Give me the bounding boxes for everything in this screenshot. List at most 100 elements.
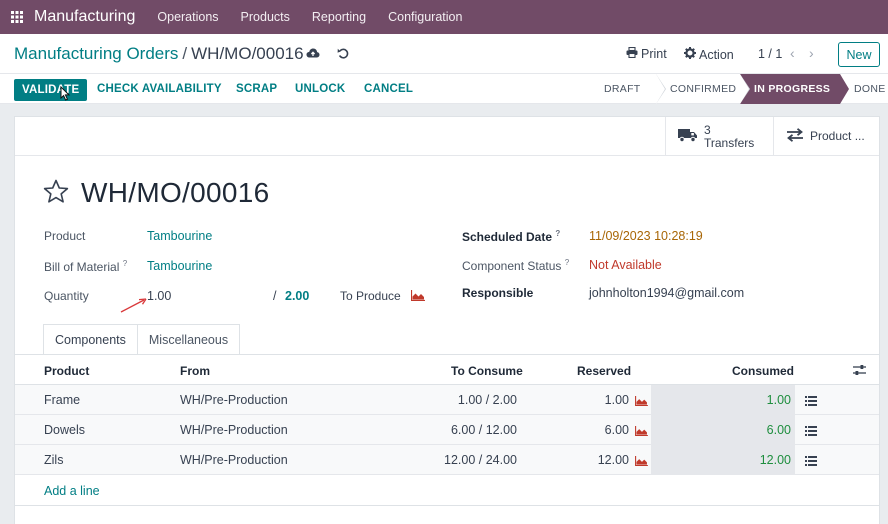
new-button[interactable]: New bbox=[838, 42, 880, 67]
bom-field[interactable]: Tambourine bbox=[147, 259, 212, 273]
menu-reporting[interactable]: Reporting bbox=[312, 10, 366, 24]
cell-reserved: 6.00 bbox=[604, 423, 629, 437]
scheduled-date-label: Scheduled Date ? bbox=[462, 229, 561, 244]
list-details-icon[interactable] bbox=[805, 395, 817, 409]
cell-product: Zils bbox=[44, 453, 64, 467]
annotation-arrow-icon bbox=[119, 295, 149, 318]
forecast-chart-icon[interactable] bbox=[410, 290, 425, 304]
product-field[interactable]: Tambourine bbox=[147, 229, 212, 243]
product-moves-smart-button[interactable]: Product ... bbox=[773, 117, 879, 156]
stage-draft[interactable]: DRAFT bbox=[592, 74, 666, 104]
notebook-tabs: Components Miscellaneous bbox=[43, 324, 241, 354]
undo-icon[interactable] bbox=[337, 47, 350, 63]
action-button[interactable]: Action bbox=[684, 47, 734, 62]
optional-columns-icon[interactable] bbox=[853, 364, 866, 379]
status-pipeline: DRAFT CONFIRMED IN PROGRESS DONE bbox=[592, 74, 888, 104]
forecast-chart-icon[interactable] bbox=[635, 395, 648, 409]
component-status-value: Not Available bbox=[589, 258, 662, 272]
cell-from: WH/Pre-Production bbox=[180, 393, 288, 407]
column-to-consume[interactable]: To Consume bbox=[451, 364, 523, 378]
menu-configuration[interactable]: Configuration bbox=[388, 10, 462, 24]
table-row[interactable]: Zils WH/Pre-Production 12.00 / 24.00 12.… bbox=[15, 445, 879, 475]
app-name[interactable]: Manufacturing bbox=[34, 8, 135, 26]
mouse-cursor-icon bbox=[60, 85, 71, 104]
stage-label: DRAFT bbox=[604, 83, 641, 95]
to-produce-label: To Produce bbox=[340, 289, 401, 303]
scheduled-date-field[interactable]: 11/09/2023 10:28:19 bbox=[589, 229, 703, 243]
cell-product: Dowels bbox=[44, 423, 85, 437]
cell-product: Frame bbox=[44, 393, 81, 407]
unlock-button[interactable]: UNLOCK bbox=[295, 83, 345, 95]
breadcrumb-separator: / bbox=[182, 44, 188, 63]
cloud-upload-icon[interactable] bbox=[306, 47, 320, 62]
breadcrumb-parent[interactable]: Manufacturing Orders bbox=[14, 44, 178, 63]
table-bottom-divider bbox=[15, 505, 879, 506]
forecast-chart-icon[interactable] bbox=[635, 455, 648, 469]
product-moves-label: Product ... bbox=[810, 129, 865, 143]
table-header: Product From To Consume Reserved Consume… bbox=[15, 355, 879, 385]
cell-to-consume: 12.00 / 24.00 bbox=[444, 453, 517, 467]
add-line-link[interactable]: Add a line bbox=[44, 484, 100, 498]
tab-miscellaneous[interactable]: Miscellaneous bbox=[137, 324, 241, 354]
cell-consumed[interactable]: 12.00 bbox=[760, 453, 791, 467]
page-title: WH/MO/00016 bbox=[81, 177, 270, 208]
print-icon bbox=[626, 46, 638, 61]
tab-components[interactable]: Components bbox=[43, 324, 138, 354]
responsible-field[interactable]: johnholton1994@gmail.com bbox=[589, 286, 744, 300]
truck-icon bbox=[678, 127, 698, 146]
forecast-chart-icon[interactable] bbox=[635, 425, 648, 439]
transfers-count: 3 bbox=[704, 122, 711, 137]
cell-consumed[interactable]: 6.00 bbox=[767, 423, 791, 437]
column-from[interactable]: From bbox=[180, 364, 210, 378]
breadcrumb: Manufacturing Orders / WH/MO/00016 bbox=[14, 44, 304, 64]
menu-products[interactable]: Products bbox=[241, 10, 290, 24]
cell-to-consume: 1.00 / 2.00 bbox=[457, 393, 517, 407]
validate-button[interactable]: VALIDATE bbox=[14, 79, 88, 101]
form-sheet: 3 Transfers Product ... WH/MO/00016 Prod… bbox=[14, 116, 880, 524]
quantity-input[interactable]: 1.00 bbox=[147, 289, 171, 303]
breadcrumb-current: WH/MO/00016 bbox=[191, 44, 304, 63]
column-product[interactable]: Product bbox=[44, 364, 89, 378]
stage-label: CONFIRMED bbox=[670, 83, 737, 95]
list-details-icon[interactable] bbox=[805, 425, 817, 439]
chevron-right-icon[interactable]: › bbox=[809, 45, 814, 61]
check-availability-button[interactable]: CHECK AVAILABILITY bbox=[97, 83, 222, 95]
stage-label: DONE bbox=[854, 83, 886, 95]
list-details-icon[interactable] bbox=[805, 455, 817, 469]
print-button[interactable]: Print bbox=[626, 46, 667, 61]
star-icon[interactable] bbox=[43, 179, 69, 207]
bom-label: Bill of Material ? bbox=[44, 259, 128, 274]
quantity-label: Quantity bbox=[44, 289, 89, 303]
stage-label: IN PROGRESS bbox=[754, 83, 831, 95]
top-navbar: Manufacturing Operations Products Report… bbox=[0, 0, 888, 34]
cancel-button[interactable]: CANCEL bbox=[364, 83, 413, 95]
cell-reserved: 12.00 bbox=[597, 453, 629, 467]
column-reserved[interactable]: Reserved bbox=[577, 364, 631, 378]
quantity-total: 2.00 bbox=[285, 289, 310, 303]
cell-from: WH/Pre-Production bbox=[180, 453, 288, 467]
menu-operations[interactable]: Operations bbox=[157, 10, 218, 24]
stage-in-progress[interactable]: IN PROGRESS bbox=[740, 74, 849, 104]
apps-grid-icon[interactable] bbox=[0, 0, 34, 34]
pager-value[interactable]: 1 / 1 bbox=[758, 47, 782, 61]
transfer-arrows-icon bbox=[786, 128, 804, 145]
transfers-smart-button[interactable]: 3 Transfers bbox=[665, 117, 773, 156]
cell-to-consume: 6.00 / 12.00 bbox=[450, 423, 517, 437]
component-status-label: Component Status ? bbox=[462, 258, 570, 273]
quantity-separator: / bbox=[273, 289, 277, 303]
cell-from: WH/Pre-Production bbox=[180, 423, 288, 437]
action-label: Action bbox=[699, 47, 734, 62]
cell-consumed[interactable]: 1.00 bbox=[767, 393, 791, 407]
control-panel: Manufacturing Orders / WH/MO/00016 Print A… bbox=[0, 34, 888, 74]
gear-icon bbox=[684, 47, 696, 62]
scrap-button[interactable]: SCRAP bbox=[236, 83, 277, 95]
table-row[interactable]: Frame WH/Pre-Production 1.00 / 2.00 1.00… bbox=[15, 385, 879, 415]
stage-confirmed[interactable]: CONFIRMED bbox=[656, 74, 750, 104]
table-row[interactable]: Dowels WH/Pre-Production 6.00 / 12.00 6.… bbox=[15, 415, 879, 445]
smart-buttons-bar: 3 Transfers Product ... bbox=[15, 117, 879, 156]
chevron-left-icon[interactable]: ‹ bbox=[790, 45, 795, 61]
main-menu: Operations Products Reporting Configurat… bbox=[157, 10, 484, 24]
statusbar: VALIDATE CHECK AVAILABILITY SCRAP UNLOCK… bbox=[0, 74, 888, 104]
column-consumed[interactable]: Consumed bbox=[732, 364, 794, 378]
transfers-label: Transfers bbox=[704, 135, 755, 150]
